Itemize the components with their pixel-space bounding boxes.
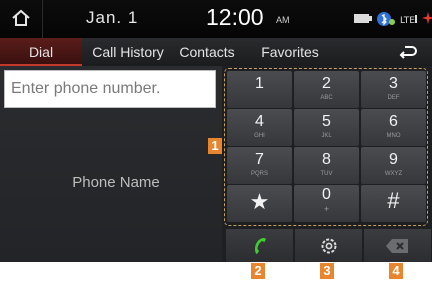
key-9[interactable]: 9 WXYZ — [361, 147, 426, 184]
key-8[interactable]: 8 TUV — [294, 147, 359, 184]
delete-button[interactable] — [364, 229, 431, 262]
back-button[interactable] — [383, 38, 432, 66]
dial-left-panel: Enter phone number. Phone Name — [0, 66, 222, 262]
settings-button[interactable] — [295, 229, 362, 262]
key-5[interactable]: 5 JKL — [294, 109, 359, 146]
key-hash[interactable]: # — [361, 185, 426, 222]
tab-bar: Dial Call History Contacts Favorites — [0, 38, 432, 66]
marker-1: 1 — [208, 138, 222, 154]
tab-call-history[interactable]: Call History — [86, 38, 170, 66]
call-button[interactable] — [226, 229, 293, 262]
call-icon — [255, 238, 266, 254]
bluetooth-phone-icon — [377, 12, 395, 26]
home-icon — [12, 9, 30, 26]
marker-3: 3 — [320, 263, 334, 279]
key-4[interactable]: 4 GHI — [227, 109, 292, 146]
phone-number-input[interactable]: Enter phone number. — [4, 70, 216, 108]
back-arrow-icon — [399, 46, 417, 59]
dial-action-bar — [224, 229, 432, 262]
phone-screen: Jan. 1 12:00 AM LTE Dial Call History Co… — [0, 0, 432, 262]
key-2[interactable]: 2 ABC — [294, 71, 359, 108]
signal-icon: LTE — [400, 15, 417, 25]
clock-time: 12:00 — [206, 4, 264, 30]
battery-icon — [354, 14, 372, 23]
date-text: Jan. 1 — [86, 8, 139, 27]
key-7[interactable]: 7 PQRS — [227, 147, 292, 184]
dial-keypad: 1 2 ABC 3 DEF 4 GHI 5 JKL 6 MNO 7 PQRS 8 TUV 9W… — [224, 68, 428, 226]
key-0[interactable]: 0 + — [294, 185, 359, 222]
delete-icon — [386, 239, 408, 253]
tab-favorites[interactable]: Favorites — [252, 38, 328, 66]
settings-icon — [321, 238, 337, 254]
alert-icon — [422, 12, 432, 24]
marker-2: 2 — [251, 263, 265, 279]
tab-dial[interactable]: Dial — [0, 38, 82, 66]
tab-contacts[interactable]: Contacts — [172, 38, 242, 66]
marker-4: 4 — [389, 263, 403, 279]
key-star[interactable]: ★ — [227, 185, 292, 222]
clock-ampm: AM — [276, 15, 290, 25]
key-3[interactable]: 3 DEF — [361, 71, 426, 108]
status-bar: Jan. 1 12:00 AM LTE — [0, 0, 432, 38]
key-6[interactable]: 6 MNO — [361, 109, 426, 146]
phone-name-label: Phone Name — [72, 174, 160, 191]
home-button[interactable] — [0, 0, 43, 38]
key-1[interactable]: 1 — [227, 71, 292, 108]
svg-text:LTE: LTE — [400, 16, 415, 25]
